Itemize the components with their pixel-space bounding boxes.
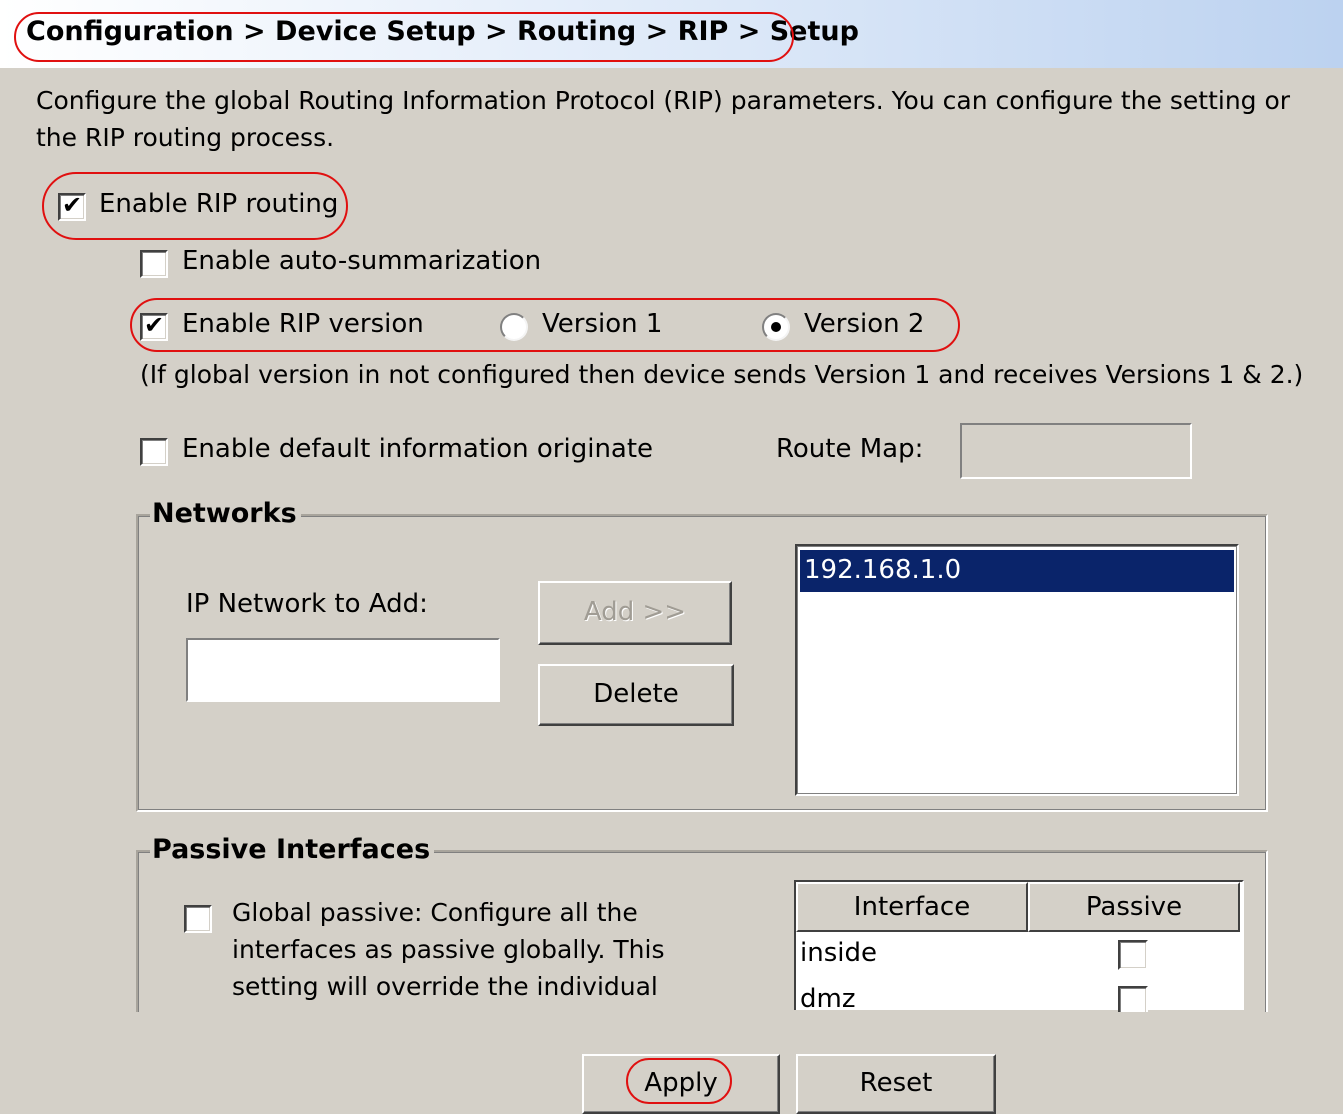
description-line-2: the RIP routing process. (36, 123, 335, 152)
route-map-field[interactable] (960, 423, 1192, 479)
list-item[interactable]: 192.168.1.0 (800, 550, 1234, 592)
global-passive-checkbox[interactable] (184, 905, 212, 933)
breadcrumb-highlight (14, 12, 794, 62)
enable-auto-summarization-label: Enable auto-summarization (182, 246, 542, 276)
apply-highlight (626, 1058, 732, 1104)
route-map-label: Route Map: (776, 434, 924, 464)
passive-interfaces-table: Interface Passive inside dmz (794, 880, 1244, 1016)
networks-list[interactable]: 192.168.1.0 (795, 544, 1239, 796)
column-header-interface[interactable]: Interface (796, 882, 1028, 932)
enable-auto-summarization-checkbox[interactable] (140, 250, 168, 278)
global-passive-text-line-2: interfaces as passive globally. This (232, 935, 665, 964)
default-info-originate-checkbox[interactable] (140, 438, 168, 466)
ip-network-label: IP Network to Add: (186, 589, 428, 619)
column-header-passive[interactable]: Passive (1028, 882, 1240, 932)
add-network-button[interactable]: Add >> (538, 581, 732, 645)
reset-button[interactable]: Reset (796, 1054, 996, 1114)
default-info-originate-label: Enable default information originate (182, 434, 654, 464)
table-row-interface: inside (800, 938, 877, 968)
reset-button-label: Reset (859, 1068, 933, 1098)
description-line-1: Configure the global Routing Information… (36, 86, 1291, 115)
passive-checkbox-inside[interactable] (1118, 940, 1148, 970)
global-passive-text-line-1: Global passive: Configure all the (232, 898, 638, 927)
networks-title: Networks (150, 498, 301, 529)
table-row-interface: dmz (800, 984, 856, 1014)
global-passive-text-line-3: setting will override the individual (232, 972, 658, 1001)
version-note: (If global version in not configured the… (140, 360, 1304, 389)
delete-network-button[interactable]: Delete (538, 664, 734, 726)
ip-network-input[interactable] (186, 638, 500, 702)
passive-interfaces-title: Passive Interfaces (150, 834, 435, 865)
enable-rip-routing-highlight (42, 172, 348, 240)
rip-version-highlight (130, 298, 960, 352)
